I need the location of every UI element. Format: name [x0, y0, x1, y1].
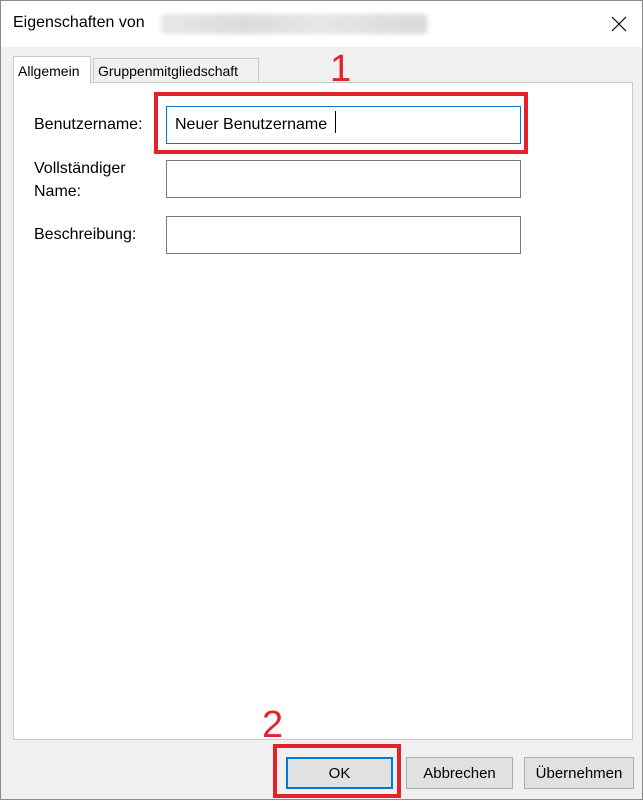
redacted-title-part — [161, 14, 427, 34]
description-label: Beschreibung: — [34, 226, 137, 243]
ok-button[interactable]: OK — [286, 757, 393, 789]
annotation-number-1: 1 — [330, 48, 352, 90]
description-input[interactable] — [166, 216, 521, 254]
fullname-label: Vollständiger Name: — [34, 160, 126, 200]
username-label: Benutzername: — [34, 116, 143, 133]
window-title: Eigenschaften von — [13, 14, 145, 31]
username-input[interactable] — [166, 106, 521, 144]
close-button[interactable] — [596, 1, 642, 47]
close-icon — [611, 16, 627, 32]
title-bar: Eigenschaften von — [1, 1, 642, 47]
tab-gruppenmitgliedschaft[interactable]: Gruppenmitgliedschaft — [93, 58, 259, 82]
fullname-input[interactable] — [166, 160, 521, 198]
properties-dialog: Eigenschaften von Allgemein Gruppenmitgl… — [0, 0, 643, 800]
apply-button[interactable]: Übernehmen — [524, 757, 634, 789]
cancel-button[interactable]: Abbrechen — [406, 757, 513, 789]
text-caret — [335, 111, 336, 133]
tab-allgemein[interactable]: Allgemein — [13, 56, 91, 84]
annotation-number-2: 2 — [262, 704, 284, 746]
tab-panel-allgemein: Benutzername: Vollständiger Name: Beschr… — [13, 82, 633, 740]
